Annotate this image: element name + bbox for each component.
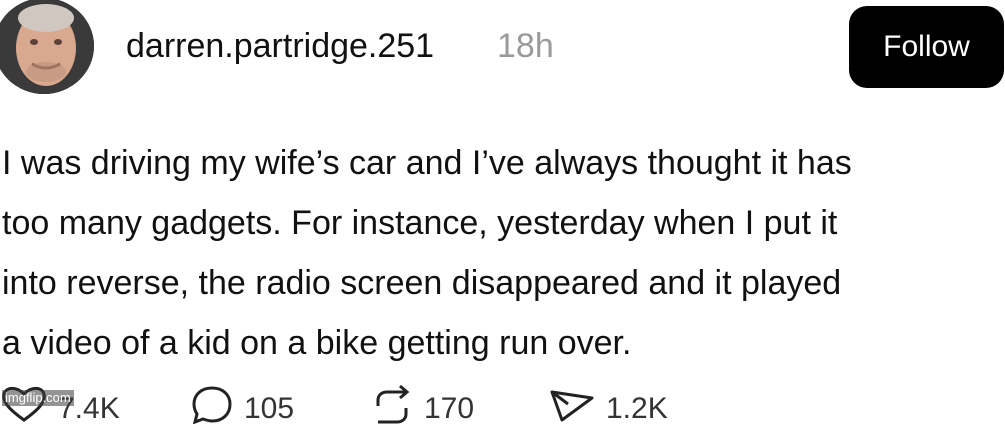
share-count: 1.2K: [606, 392, 668, 425]
send-icon: [550, 390, 594, 422]
imgflip-watermark: imgflip.com: [2, 390, 74, 406]
post-username[interactable]: darren.partridge.251: [126, 26, 434, 66]
comment-count: 105: [244, 392, 295, 425]
avatar-photo: [0, 0, 94, 94]
share-button[interactable]: 1.2K: [548, 384, 668, 425]
comment-button[interactable]: 105: [190, 384, 295, 425]
avatar[interactable]: [0, 0, 94, 94]
repost-count: 170: [424, 392, 475, 425]
comment-icon: [192, 386, 232, 424]
post-actions: 7.4K 105 170 1.2K: [0, 384, 1005, 425]
post-body: I was driving my wife’s car and I’ve alw…: [2, 133, 1002, 373]
repost-icon: [376, 384, 410, 424]
post-text-line: too many gadgets. For instance, yesterda…: [2, 204, 838, 242]
post-text-line: I was driving my wife’s car and I’ve alw…: [2, 144, 852, 182]
post-text-line: into reverse, the radio screen disappear…: [2, 264, 842, 302]
follow-button[interactable]: Follow: [849, 6, 1004, 88]
post-timestamp: 18h: [497, 27, 554, 65]
repost-button[interactable]: 170: [370, 384, 475, 425]
post-text-line: a video of a kid on a bike getting run o…: [2, 324, 632, 362]
